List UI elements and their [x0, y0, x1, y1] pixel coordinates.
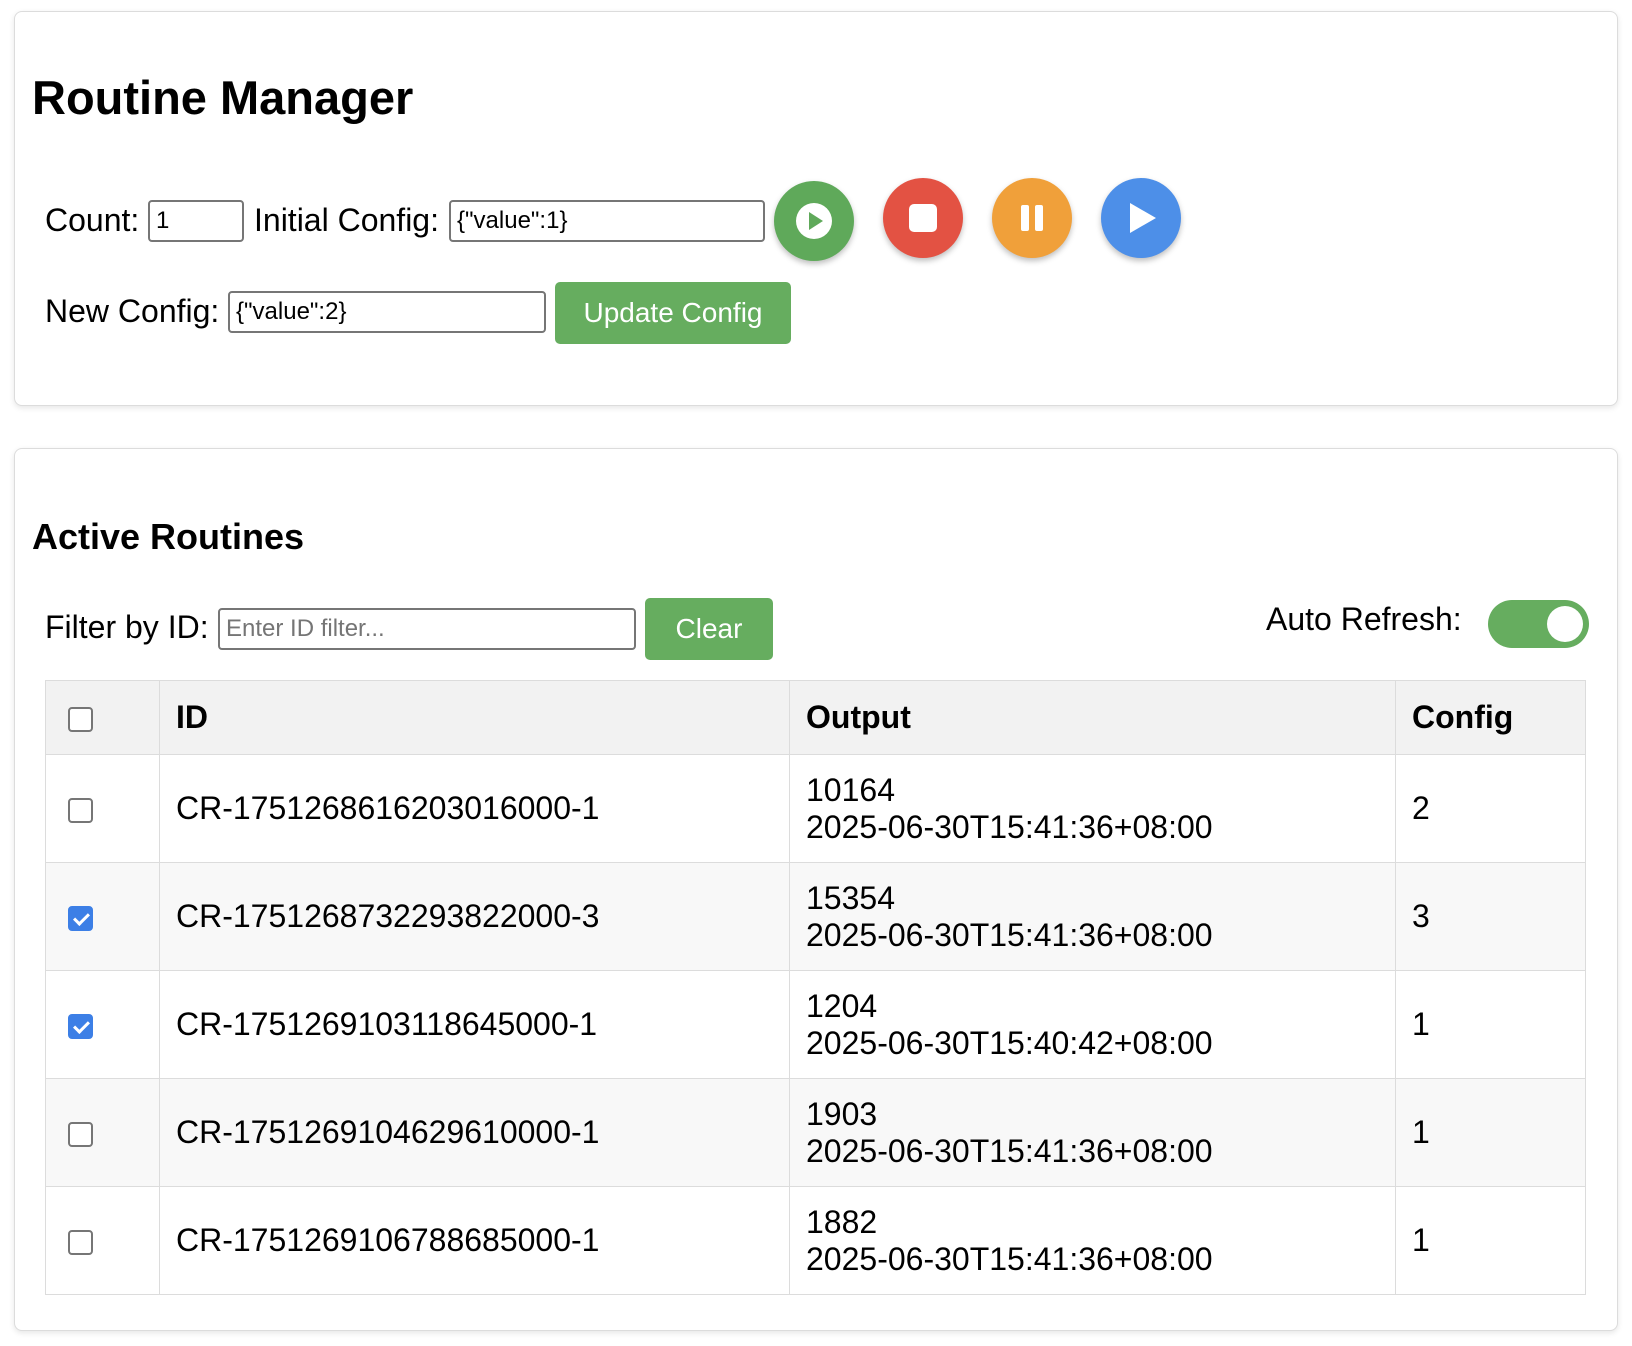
output-value: 1204 — [806, 987, 878, 1024]
row-checkbox-cell — [45, 1186, 160, 1295]
column-header-id: ID — [159, 680, 790, 755]
table-header-row: ID Output Config — [45, 680, 1586, 755]
routine-id: CR-1751269106788685000-1 — [159, 1186, 790, 1295]
output-value: 15354 — [806, 879, 895, 916]
routine-config: 1 — [1395, 1186, 1586, 1295]
initial-config-label: Initial Config: — [254, 202, 439, 238]
stop-icon — [909, 204, 937, 232]
pause-button[interactable] — [992, 178, 1072, 258]
routine-id: CR-1751268732293822000-3 — [159, 862, 790, 971]
page-title: Routine Manager — [32, 71, 414, 124]
play-icon — [1130, 203, 1156, 233]
auto-refresh-toggle[interactable] — [1488, 600, 1589, 648]
output-value: 1882 — [806, 1203, 878, 1240]
output-timestamp: 2025-06-30T15:41:36+08:00 — [806, 808, 1213, 845]
table-row: CR-1751269103118645000-1 1204 2025-06-30T1… — [45, 970, 1586, 1079]
routine-output: 15354 2025-06-30T15:41:36+08:00 — [789, 862, 1396, 971]
section-title: Active Routines — [32, 516, 305, 557]
row-checkbox-cell — [45, 754, 160, 863]
new-config-input[interactable] — [228, 291, 546, 333]
output-timestamp: 2025-06-30T15:41:36+08:00 — [806, 916, 1213, 953]
new-config-label: New Config: — [45, 293, 220, 329]
resume-button[interactable] — [1101, 178, 1181, 258]
row-checkbox-cell — [45, 970, 160, 1079]
column-header-output: Output — [789, 680, 1396, 755]
toggle-knob — [1547, 606, 1583, 642]
routine-id: CR-1751268616203016000-1 — [159, 754, 790, 863]
clear-button[interactable]: Clear — [645, 598, 773, 660]
routine-id: CR-1751269103118645000-1 — [159, 970, 790, 1079]
initial-config-input[interactable] — [449, 200, 765, 242]
pause-icon — [1021, 205, 1043, 231]
output-value: 10164 — [806, 771, 895, 808]
routine-config: 1 — [1395, 970, 1586, 1079]
routine-output: 1204 2025-06-30T15:40:42+08:00 — [789, 970, 1396, 1079]
filter-input[interactable] — [218, 608, 636, 650]
count-label: Count: — [45, 202, 140, 238]
routine-config: 2 — [1395, 754, 1586, 863]
column-header-config: Config — [1395, 680, 1586, 755]
routine-config: 3 — [1395, 862, 1586, 971]
output-timestamp: 2025-06-30T15:41:36+08:00 — [806, 1240, 1213, 1277]
table-row: CR-1751268732293822000-3 15354 2025-06-30T… — [45, 862, 1586, 971]
select-all-checkbox[interactable] — [68, 707, 93, 733]
table-row: CR-1751269106788685000-1 1882 2025-06-30T1… — [45, 1186, 1586, 1295]
output-timestamp: 2025-06-30T15:41:36+08:00 — [806, 1132, 1213, 1169]
row-checkbox-cell — [45, 862, 160, 971]
row-checkbox[interactable] — [68, 1014, 93, 1040]
stop-button[interactable] — [883, 178, 963, 258]
row-checkbox-cell — [45, 1078, 160, 1187]
row-checkbox[interactable] — [68, 1230, 93, 1256]
play-circle-icon — [796, 203, 832, 239]
start-button[interactable] — [774, 181, 854, 261]
routine-id: CR-1751269104629610000-1 — [159, 1078, 790, 1187]
row-checkbox[interactable] — [68, 1122, 93, 1148]
table-row: CR-1751269104629610000-1 1903 2025-06-30T1… — [45, 1078, 1586, 1187]
routine-output: 10164 2025-06-30T15:41:36+08:00 — [789, 754, 1396, 863]
routines-table: ID Output Config CR-1751268616203016000-… — [45, 680, 1586, 1295]
count-input[interactable] — [148, 200, 244, 242]
routine-output: 1903 2025-06-30T15:41:36+08:00 — [789, 1078, 1396, 1187]
update-config-button[interactable]: Update Config — [555, 282, 791, 344]
output-timestamp: 2025-06-30T15:40:42+08:00 — [806, 1024, 1213, 1061]
routine-config: 1 — [1395, 1078, 1586, 1187]
row-checkbox[interactable] — [68, 798, 93, 824]
auto-refresh-label: Auto Refresh: — [1266, 601, 1462, 637]
output-value: 1903 — [806, 1095, 878, 1132]
table-row: CR-1751268616203016000-1 10164 2025-06-30T… — [45, 754, 1586, 863]
row-checkbox[interactable] — [68, 906, 93, 932]
filter-label: Filter by ID: — [45, 609, 209, 645]
routine-output: 1882 2025-06-30T15:41:36+08:00 — [789, 1186, 1396, 1295]
select-all-cell — [45, 680, 160, 755]
